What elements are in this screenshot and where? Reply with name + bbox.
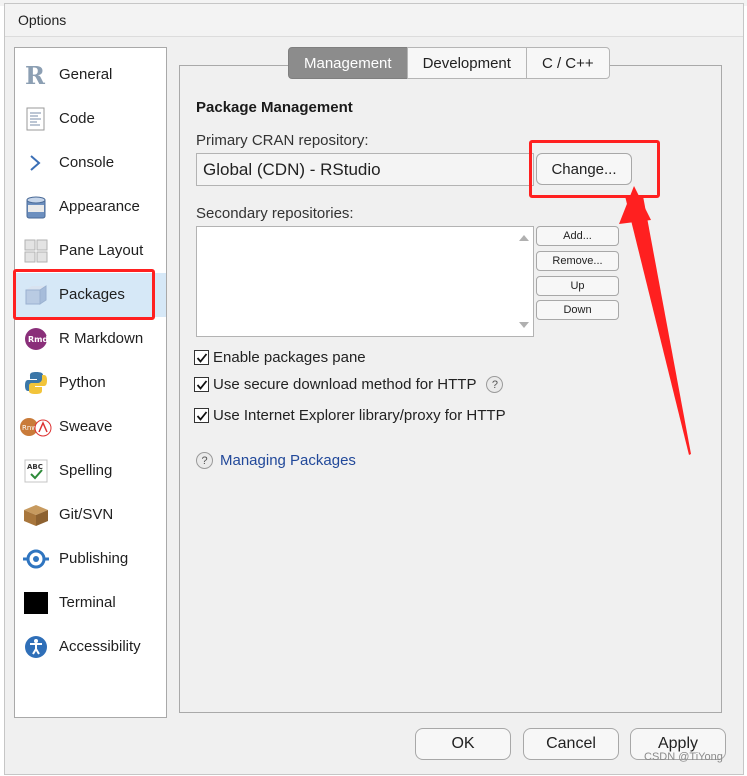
sidebar-item-label: Sweave [59,418,113,435]
title-bar: Options [5,4,743,37]
option-label: Use secure download method for HTTP [213,376,477,393]
publishing-icon [23,546,49,572]
git-icon [23,502,49,528]
rmarkdown-icon: Rmd [23,326,49,352]
sidebar-item-label: R Markdown [59,330,144,347]
scroll-down-arrow-icon[interactable] [519,322,529,328]
option-secure-download[interactable]: Use secure download method for HTTP ? [194,376,504,393]
accessibility-icon [23,634,49,660]
sidebar-item-general[interactable]: R General [15,53,166,97]
primary-repo-label: Primary CRAN repository: [196,132,369,149]
sidebar-item-python[interactable]: Python [15,361,166,405]
secondary-repo-list[interactable] [196,226,534,337]
scroll-up-arrow-icon[interactable] [519,235,529,241]
sidebar-item-label: Appearance [59,198,140,215]
sidebar-item-sweave[interactable]: Rnw Sweave [15,405,166,449]
help-icon[interactable]: ? [486,376,504,393]
help-icon: ? [196,452,213,469]
sidebar-item-label: Console [59,154,115,171]
code-icon [23,106,49,132]
option-ie-proxy[interactable]: Use Internet Explorer library/proxy for … [194,407,506,424]
tab-c-cpp[interactable]: C / C++ [525,47,610,79]
sidebar-item-label: Accessibility [59,638,141,655]
sidebar-item-pane-layout[interactable]: Pane Layout [15,229,166,273]
checkmark-icon [196,410,207,421]
checkmark-icon [196,379,207,390]
sidebar-item-label: General [59,66,113,83]
r-logo-icon: R [23,62,49,88]
section-heading: Package Management [196,99,353,116]
option-label: Enable packages pane [213,349,366,366]
svg-text:ABC: ABC [27,463,43,471]
sweave-icon: Rnw [19,414,53,440]
sidebar-item-spelling[interactable]: ABC Spelling [15,449,166,493]
watermark: CSDN @TiYong [644,751,723,763]
sidebar-item-terminal[interactable]: Terminal [15,581,166,625]
checkbox[interactable] [194,408,209,423]
checkbox[interactable] [194,377,209,392]
ok-button[interactable]: OK [415,728,511,760]
tab-management[interactable]: Management [288,47,408,79]
option-enable-packages-pane[interactable]: Enable packages pane [194,349,366,366]
cancel-button[interactable]: Cancel [523,728,619,760]
svg-text:R: R [25,63,46,87]
sidebar-item-label: Python [59,374,106,391]
options-sidebar: R General Code Console Appearance Pane L… [14,47,167,718]
up-button[interactable]: Up [536,276,619,296]
packages-icon [23,282,49,308]
change-button[interactable]: Change... [536,153,632,185]
primary-repo-value: Global (CDN) - RStudio [203,159,381,179]
sidebar-item-packages[interactable]: Packages [15,273,166,317]
sidebar-item-label: Git/SVN [59,506,114,523]
tab-bar: Management Development C / C++ [288,47,610,79]
checkmark-icon [196,352,207,363]
sidebar-item-code[interactable]: Code [15,97,166,141]
sidebar-item-label: Publishing [59,550,129,567]
python-icon [23,370,49,396]
sidebar-item-label: Terminal [59,594,116,611]
sidebar-item-publishing[interactable]: Publishing [15,537,166,581]
link-text[interactable]: Managing Packages [220,452,356,469]
sidebar-item-label: Packages [59,286,125,303]
sidebar-item-label: Spelling [59,462,113,479]
down-button[interactable]: Down [536,300,619,320]
window-title: Options [18,12,67,28]
add-button[interactable]: Add... [536,226,619,246]
pane-layout-icon [23,238,49,264]
sidebar-item-r-markdown[interactable]: Rmd R Markdown [15,317,166,361]
appearance-icon [23,194,49,220]
sidebar-item-console[interactable]: Console [15,141,166,185]
console-icon [23,150,49,176]
option-label: Use Internet Explorer library/proxy for … [213,407,506,424]
sidebar-item-accessibility[interactable]: Accessibility [15,625,166,669]
tab-development[interactable]: Development [406,47,527,79]
checkbox[interactable] [194,350,209,365]
sidebar-item-git-svn[interactable]: Git/SVN [15,493,166,537]
sidebar-item-appearance[interactable]: Appearance [15,185,166,229]
primary-repo-field: Global (CDN) - RStudio [196,153,534,186]
sidebar-item-label: Pane Layout [59,242,144,259]
sidebar-item-label: Code [59,110,95,127]
spelling-icon: ABC [23,458,49,484]
managing-packages-link[interactable]: ? Managing Packages [196,452,356,469]
terminal-icon [23,590,49,616]
remove-button[interactable]: Remove... [536,251,619,271]
secondary-repo-label: Secondary repositories: [196,205,354,222]
svg-text:Rmd: Rmd [28,335,48,344]
